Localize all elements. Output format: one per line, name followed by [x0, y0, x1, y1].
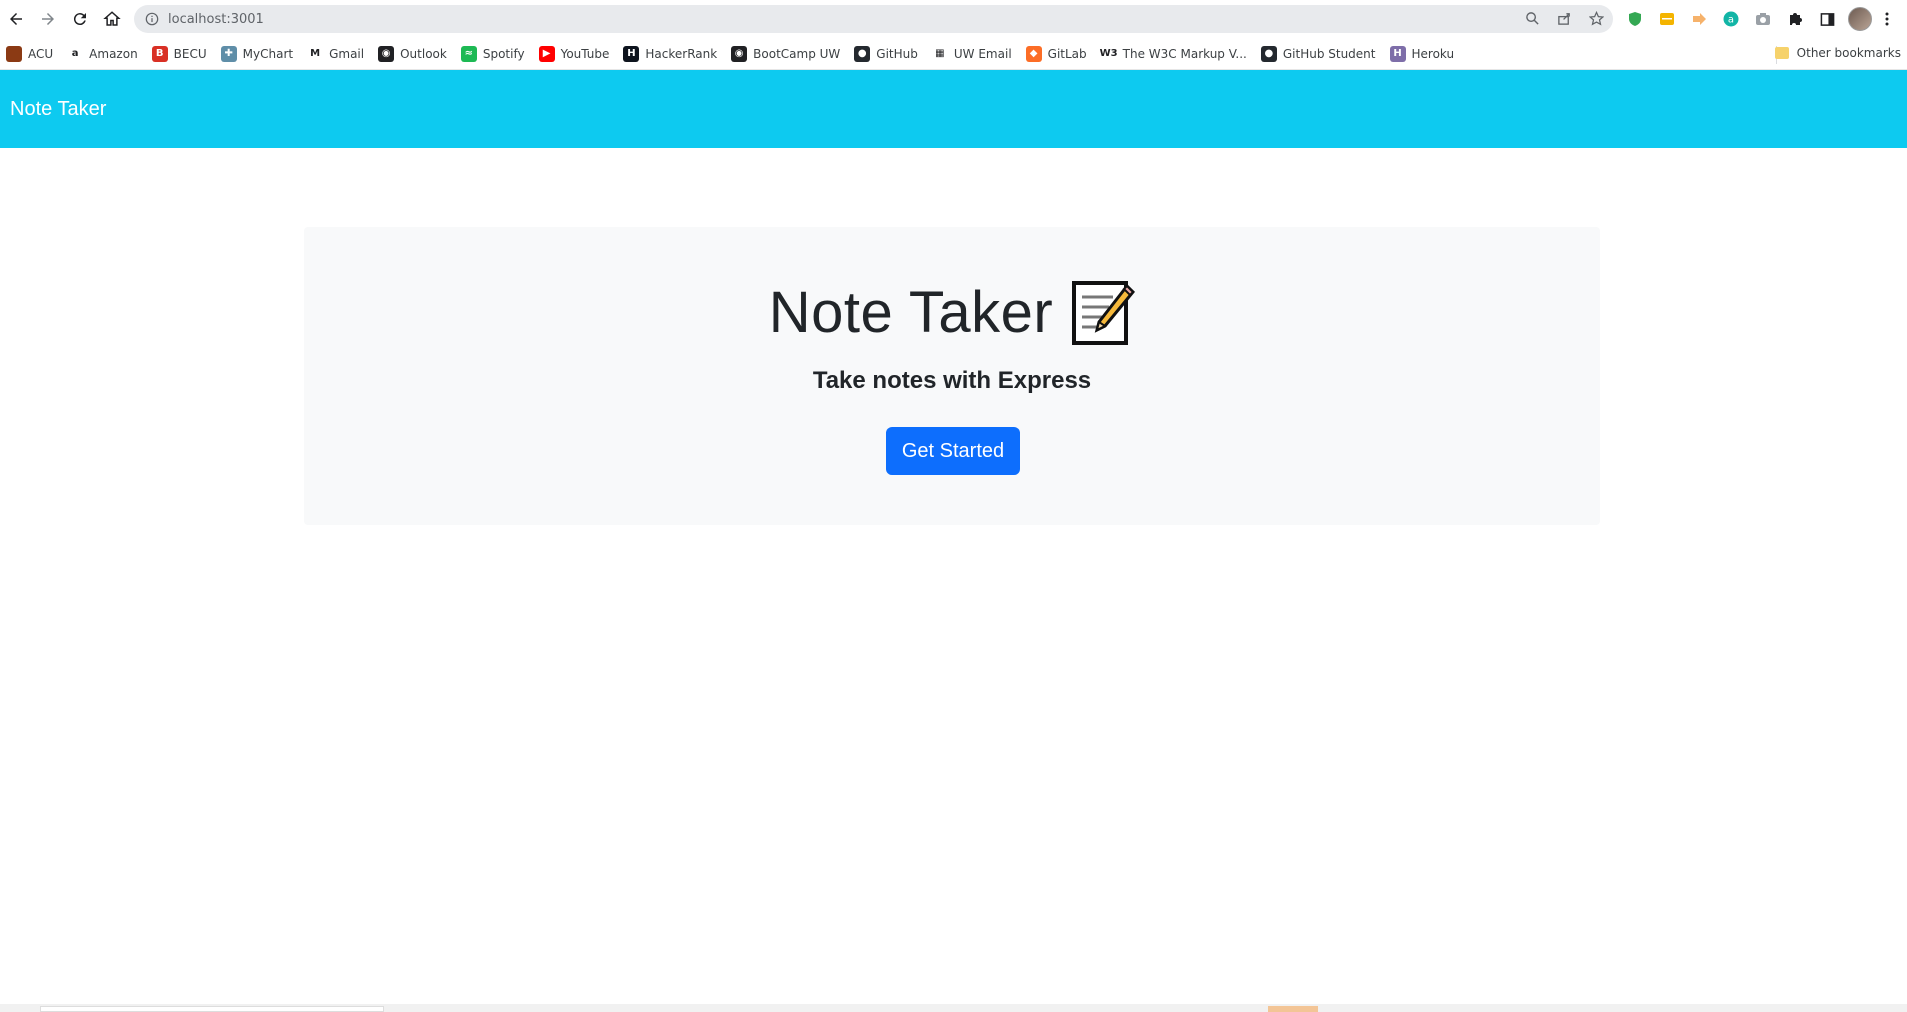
- globe-icon: ◉: [378, 45, 395, 62]
- hackerrank-icon: H: [623, 45, 640, 62]
- bookmark-gitlab[interactable]: ◆ GitLab: [1025, 45, 1087, 62]
- a-extension-icon[interactable]: a: [1720, 8, 1742, 30]
- memo-icon: [1072, 280, 1136, 345]
- svg-text:a: a: [1728, 15, 1734, 26]
- bookmark-label: GitLab: [1047, 46, 1087, 61]
- arrow-left-icon: [10, 13, 22, 25]
- app-navbar: Note Taker: [0, 70, 1907, 148]
- bookmark-label: The W3C Markup V...: [1122, 46, 1247, 61]
- arrow-extension-icon[interactable]: [1688, 8, 1710, 30]
- jumbotron-heading: Note Taker: [304, 279, 1600, 346]
- github-icon: ●: [1260, 45, 1277, 62]
- shield-extension-icon[interactable]: [1624, 8, 1646, 30]
- bookmark-amazon[interactable]: a Amazon: [67, 45, 138, 62]
- bookmark-hackerrank[interactable]: H HackerRank: [623, 45, 718, 62]
- forward-button[interactable]: [32, 3, 64, 35]
- zoom-search-icon[interactable]: [1523, 9, 1541, 27]
- amazon-icon: a: [67, 45, 84, 62]
- jumbotron: Note Taker Take notes with Express Get S…: [304, 227, 1600, 525]
- spotify-icon: ≈: [460, 45, 477, 62]
- address-bar[interactable]: localhost:3001: [134, 5, 1613, 33]
- tagline: Take notes with Express: [812, 367, 1092, 394]
- bookmark-label: MyChart: [242, 46, 294, 61]
- bookmark-label: Gmail: [329, 46, 365, 61]
- bookmark-label: UW Email: [953, 46, 1012, 61]
- side-panel-icon[interactable]: [1816, 8, 1838, 30]
- site-info-icon[interactable]: [144, 11, 160, 27]
- github-icon: ●: [854, 45, 871, 62]
- folder-icon: [1774, 47, 1789, 59]
- reload-button[interactable]: [64, 3, 96, 35]
- globe-icon: ◉: [731, 45, 748, 62]
- download-shelf-item[interactable]: [40, 1006, 384, 1012]
- bookmark-label: Heroku: [1411, 46, 1455, 61]
- heroku-icon: H: [1389, 45, 1406, 62]
- bookmark-label: GitHub Student: [1282, 46, 1376, 61]
- bookmark-youtube[interactable]: ▶ YouTube: [538, 45, 610, 62]
- bookmark-gmail[interactable]: M Gmail: [307, 45, 365, 62]
- scroll-highlight: [1268, 1006, 1318, 1012]
- extensions-area: a: [1624, 5, 1892, 33]
- bookmark-label: GitHub: [876, 46, 918, 61]
- w3c-icon: W3: [1100, 45, 1118, 62]
- other-bookmarks-folder[interactable]: Other bookmarks: [1774, 46, 1901, 60]
- bookmark-label: HackerRank: [645, 46, 718, 61]
- becu-icon: B: [151, 45, 168, 62]
- bookmark-github-student[interactable]: ● GitHub Student: [1260, 45, 1376, 62]
- bookmark-outlook[interactable]: ◉ Outlook: [378, 45, 447, 62]
- puzzle-extensions-icon[interactable]: [1784, 8, 1806, 30]
- arrow-right-icon: [42, 13, 54, 25]
- bottom-status-strip: [0, 1004, 1907, 1012]
- url-text[interactable]: localhost:3001: [168, 12, 264, 27]
- mychart-icon: ✚: [220, 45, 237, 62]
- kebab-menu-icon[interactable]: [1882, 8, 1892, 30]
- bookmark-github[interactable]: ● GitHub: [854, 45, 918, 62]
- bookmark-star-icon[interactable]: [1587, 9, 1605, 27]
- get-started-button[interactable]: Get Started: [886, 427, 1020, 475]
- navbar-brand[interactable]: Note Taker: [10, 98, 106, 121]
- bookmark-becu[interactable]: B BECU: [151, 45, 207, 62]
- share-icon[interactable]: [1555, 9, 1573, 27]
- camera-extension-icon[interactable]: [1752, 8, 1774, 30]
- bookmark-bootcamp-uw[interactable]: ◉ BootCamp UW: [731, 45, 841, 62]
- bookmark-label: ACU: [28, 46, 54, 61]
- bookmark-heroku[interactable]: H Heroku: [1389, 45, 1455, 62]
- bookmark-uw-email[interactable]: ▦ UW Email: [931, 45, 1012, 62]
- bookmark-mychart[interactable]: ✚ MyChart: [220, 45, 294, 62]
- acu-icon: [6, 45, 22, 62]
- bookmark-acu[interactable]: ACU: [6, 45, 54, 62]
- home-icon: [103, 11, 121, 26]
- bookmark-spotify[interactable]: ≈ Spotify: [460, 45, 525, 62]
- bookmark-label: BootCamp UW: [753, 46, 841, 61]
- bookmark-label: YouTube: [560, 46, 610, 61]
- bookmarks-bar: ACU a Amazon B BECU ✚ MyChart M Gmail ◉ Outlook ≈ Sp…: [0, 38, 1907, 70]
- back-button[interactable]: [0, 3, 32, 35]
- bookmark-label: BECU: [173, 46, 207, 61]
- notes-extension-icon[interactable]: [1656, 8, 1678, 30]
- microsoft-icon: ▦: [931, 45, 948, 62]
- reload-icon: [73, 13, 86, 26]
- bookmark-label: Outlook: [400, 46, 447, 61]
- home-button[interactable]: [96, 3, 128, 35]
- other-bookmarks-label: Other bookmarks: [1796, 46, 1901, 60]
- bookmark-the-w3c-markup-v[interactable]: W3 The W3C Markup V...: [1100, 45, 1247, 62]
- browser-toolbar: localhost:3001 a: [0, 0, 1907, 38]
- bookmark-label: Amazon: [89, 46, 138, 61]
- youtube-icon: ▶: [538, 45, 555, 62]
- gitlab-icon: ◆: [1025, 45, 1042, 62]
- bookmark-label: Spotify: [482, 46, 525, 61]
- gmail-icon: M: [307, 45, 324, 62]
- page-title: Note Taker: [768, 280, 1054, 345]
- profile-avatar[interactable]: [1848, 7, 1872, 31]
